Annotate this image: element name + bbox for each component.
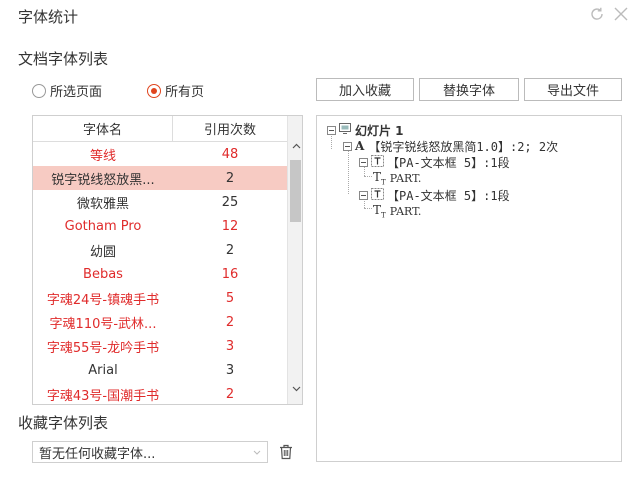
replace-font-button[interactable]: 替换字体 [419,78,519,101]
radio-selected-pages[interactable]: 所选页面 [32,81,102,100]
font-name-cell: 微软雅黑 [76,196,129,212]
table-row[interactable]: Bebas 16 [33,262,287,286]
radio-selected-pages-label: 所选页面 [50,85,103,100]
text-run-icon: TT [373,202,386,220]
fav-font-list-label: 收藏字体列表 [18,414,109,432]
font-name-cell: Bebas [83,266,123,282]
header-font-name[interactable]: 字体名 [33,116,173,141]
table-row[interactable]: Arial 3 [33,358,287,382]
radio-all-pages[interactable]: 所有页 [147,81,204,100]
collapse-icon[interactable] [359,190,368,200]
font-name-cell: Arial [88,362,118,378]
table-row[interactable]: 字魂55号-龙吟手书 3 [33,334,287,358]
table-scrollbar[interactable] [287,116,302,404]
tree-node-font[interactable]: A 【锐字锐线怒放黑简1.0】:2; 2次 [343,139,559,154]
textbox-icon [371,187,384,203]
ref-count-cell: 3 [225,362,235,378]
slide-icon [339,123,351,137]
tree-node-text-a[interactable]: TT PART. [373,169,422,187]
doc-font-list-label: 文档字体列表 [18,50,109,68]
radio-all-pages-label: 所有页 [165,85,205,100]
ref-count-cell: 2 [225,386,235,402]
font-name-cell: Gotham Pro [64,218,142,234]
font-usage-tree: 幻灯片 1 A 【锐字锐线怒放黑简1.0】:2; 2次 【PA-文本框 5】:1… [316,115,622,462]
table-row[interactable]: 等线 48 [33,142,287,166]
tree-connector [364,176,372,177]
table-row[interactable]: Gotham Pro 12 [33,214,287,238]
ref-count-cell: 3 [225,338,235,354]
ref-count-cell: 48 [221,146,239,162]
trash-icon[interactable] [276,442,296,462]
table-row[interactable]: 字魂24号-镇魂手书 5 [33,286,287,310]
tree-text-a-label: PART. [389,171,422,185]
tree-textbox-b-label: 【PA-文本框 5】:1段 [387,188,510,203]
table-header: 字体名 引用次数 [33,116,287,142]
tree-textbox-a-label: 【PA-文本框 5】:1段 [387,155,510,170]
font-name-cell: 字魂24号-镇魂手书 [46,292,160,308]
scroll-up-arrow-icon[interactable] [288,138,302,154]
text-run-icon: TT [373,169,386,187]
ref-count-cell: 12 [221,218,239,234]
textbox-icon [371,154,384,170]
radio-dot[interactable] [32,83,46,98]
table-row[interactable]: 幼圆 2 [33,238,287,262]
tree-text-b-label: PART. [389,204,422,218]
tree-node-textbox-b[interactable]: 【PA-文本框 5】:1段 [359,187,510,203]
header-ref-count[interactable]: 引用次数 [173,116,287,141]
scroll-down-arrow-icon[interactable] [288,381,302,397]
table-row[interactable]: 锐字锐线怒放黑... 2 [33,166,287,190]
tree-connector [348,146,349,194]
tree-node-slide[interactable]: 幻灯片 1 [327,123,404,138]
font-name-cell: 等线 [89,148,116,164]
add-favorite-button[interactable]: 加入收藏 [316,78,414,101]
window-controls [587,4,631,24]
ref-count-cell: 2 [225,242,235,258]
scroll-thumb[interactable] [290,160,301,222]
tree-connector [364,208,372,209]
font-name-cell: 字魂55号-龙吟手书 [46,340,160,356]
radio-dot-checked[interactable] [147,83,161,98]
collapse-icon[interactable] [343,141,352,151]
close-icon[interactable] [611,4,631,24]
font-table: 字体名 引用次数 等线 48 锐字锐线怒放黑... 2 微软雅黑 25 Gotham Pro… [32,115,303,405]
dropdown-arrow-icon[interactable] [252,446,262,462]
fav-combo-value: 暂无任何收藏字体... [39,446,156,462]
font-name-cell: 锐字锐线怒放黑... [51,172,155,188]
table-row[interactable]: 字魂43号-国潮手书 2 [33,382,287,404]
window-title: 字体统计 [18,8,79,26]
ref-count-cell: 2 [225,314,235,330]
collapse-icon[interactable] [327,125,336,135]
collapse-icon[interactable] [359,157,368,167]
font-letter-icon: A [355,139,365,153]
font-name-cell: 字魂43号-国潮手书 [46,388,160,404]
font-name-cell: 字魂110号-武林... [49,316,157,332]
ref-count-cell: 16 [221,266,239,282]
table-body: 等线 48 锐字锐线怒放黑... 2 微软雅黑 25 Gotham Pro 12 幼圆 2 Beba… [33,142,287,404]
table-row[interactable]: 微软雅黑 25 [33,190,287,214]
font-name-cell: 幼圆 [89,244,116,260]
tree-node-text-b[interactable]: TT PART. [373,202,422,220]
ref-count-cell: 25 [221,194,239,210]
table-row[interactable]: 字魂110号-武林... 2 [33,310,287,334]
tree-node-textbox-a[interactable]: 【PA-文本框 5】:1段 [359,154,510,170]
fav-font-combobox[interactable]: 暂无任何收藏字体... [32,441,268,463]
ref-count-cell: 2 [225,170,235,186]
tree-font-label: 【锐字锐线怒放黑简1.0】:2; 2次 [368,139,559,154]
tree-slide-label: 幻灯片 1 [355,123,404,138]
ref-count-cell: 5 [225,290,235,306]
refresh-icon[interactable] [587,4,607,24]
export-file-button[interactable]: 导出文件 [524,78,622,101]
